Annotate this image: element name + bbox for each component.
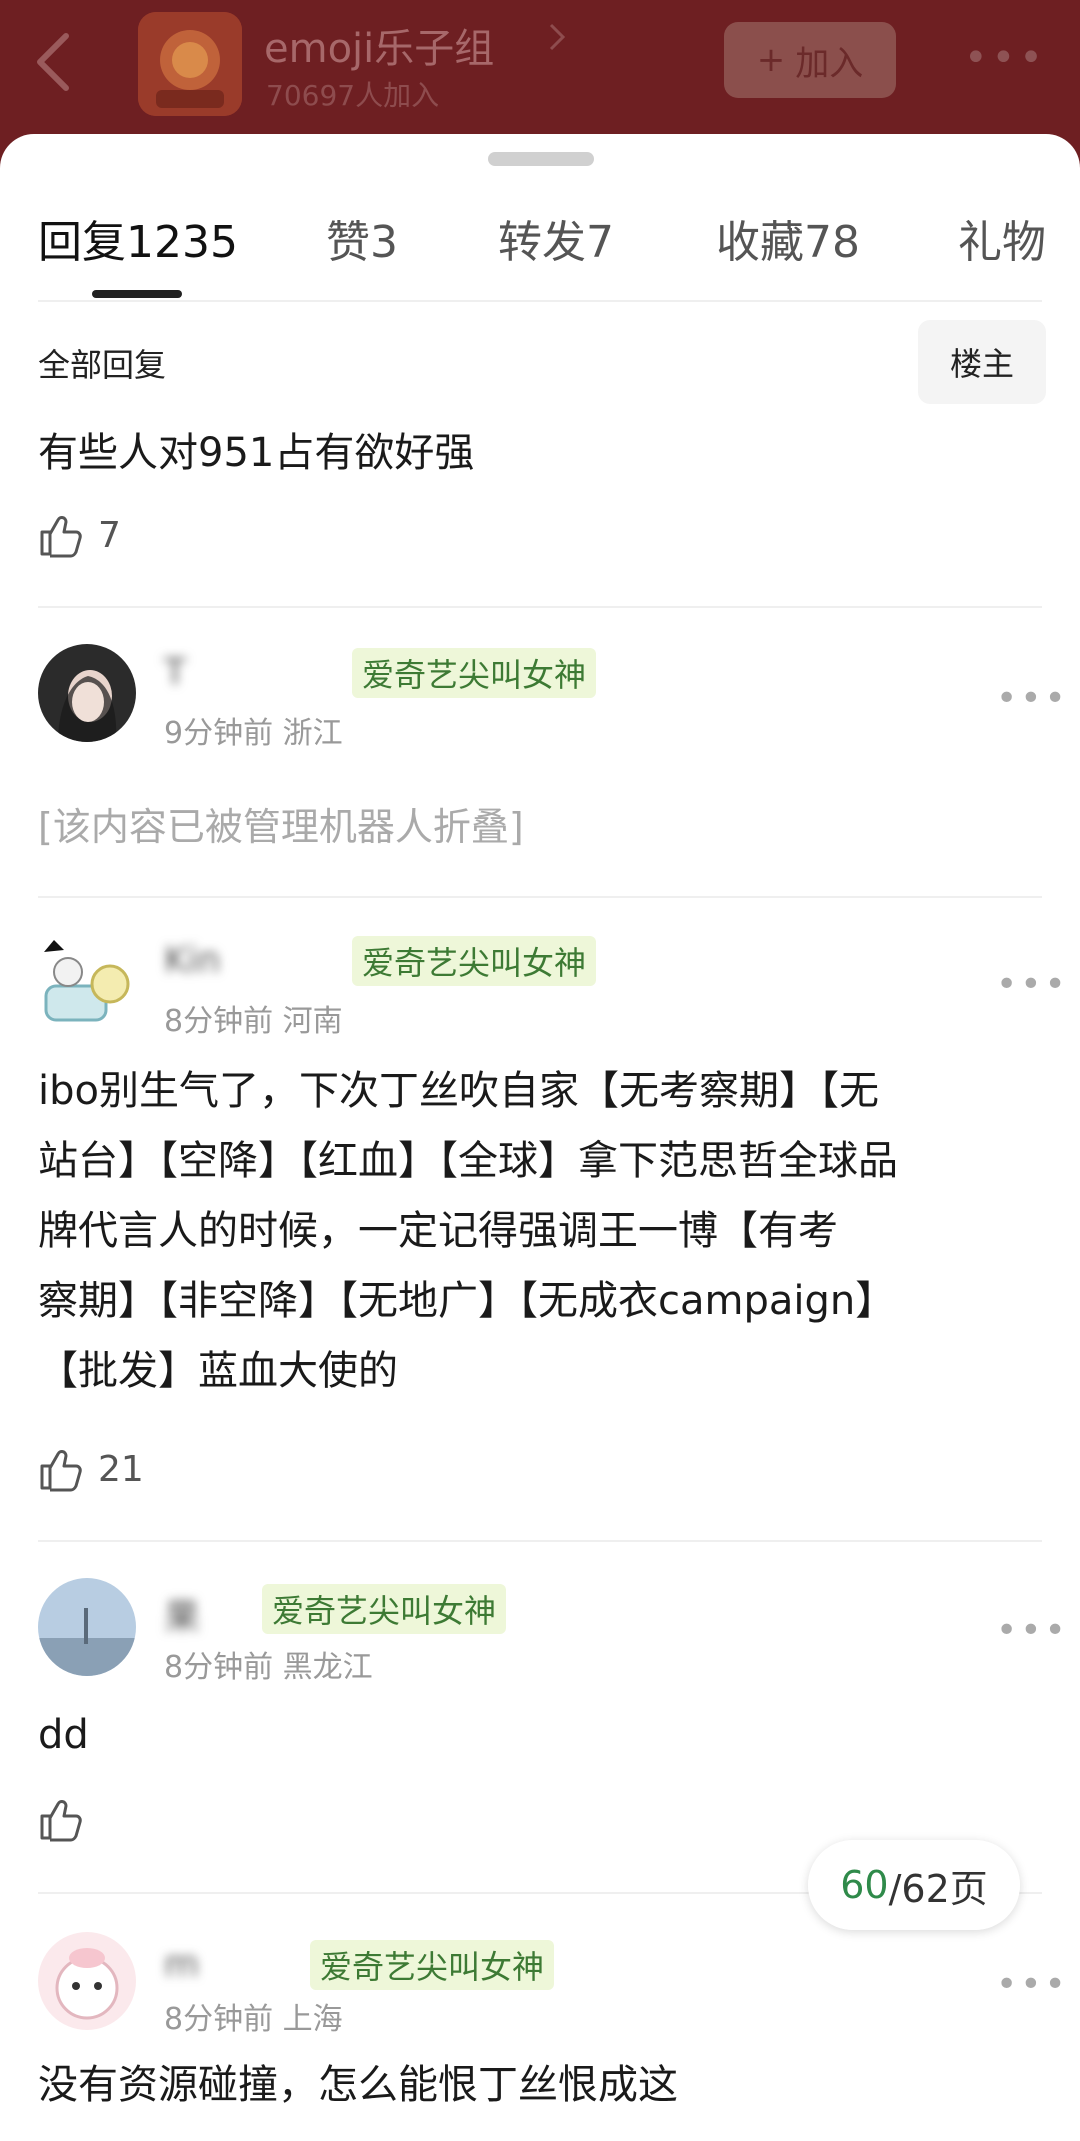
divider bbox=[38, 606, 1042, 608]
reply-meta: 8分钟前 上海 bbox=[164, 1994, 343, 2038]
drag-handle[interactable] bbox=[488, 152, 594, 166]
top-bar: emoji乐子组 70697人加入 + 加入 ••• bbox=[0, 0, 1080, 140]
status-badge: 爱奇艺尖叫女神 bbox=[310, 1940, 555, 1990]
username[interactable]: 果 bbox=[164, 1588, 200, 1640]
reply-location: 浙江 bbox=[282, 716, 343, 751]
reply-location: 黑龙江 bbox=[282, 1650, 373, 1685]
reply-meta: 8分钟前 黑龙江 bbox=[164, 1642, 373, 1686]
avatar[interactable] bbox=[38, 1578, 136, 1676]
tab-reposts[interactable]: 转发7 bbox=[498, 206, 614, 270]
avatar[interactable] bbox=[38, 644, 136, 742]
thumbs-up-icon bbox=[40, 516, 82, 558]
owner-only-button[interactable]: 楼主 bbox=[918, 320, 1046, 404]
reply-text-line: 牌代言人的时候，一定记得强调王一博【有考 bbox=[38, 1208, 838, 1254]
reply-meta: 9分钟前 浙江 bbox=[164, 708, 343, 752]
tab-likes[interactable]: 赞3 bbox=[326, 206, 398, 270]
folded-content-notice[interactable]: [该内容已被管理机器人折叠] bbox=[38, 796, 524, 851]
reply-text-line: ibo别生气了，下次丁丝吹自家【无考察期】【无 bbox=[38, 1068, 879, 1114]
reply-time: 8分钟前 bbox=[164, 1004, 274, 1039]
tab-bar: 回复1235 赞3 转发7 收藏78 礼物 bbox=[0, 206, 1080, 296]
thumbs-up-icon bbox=[40, 1450, 82, 1492]
reply-text-line: 察期】【非空降】【无地广】【无成衣campaign】 bbox=[38, 1278, 896, 1324]
reply-text: dd bbox=[38, 1712, 89, 1758]
reply-location: 上海 bbox=[282, 2002, 343, 2037]
active-tab-indicator bbox=[92, 290, 182, 298]
back-icon[interactable] bbox=[30, 30, 74, 94]
status-badge: 爱奇艺尖叫女神 bbox=[352, 648, 597, 698]
status-badge: 爱奇艺尖叫女神 bbox=[262, 1584, 507, 1634]
page-total: /62页 bbox=[888, 1866, 988, 1911]
group-name[interactable]: emoji乐子组 bbox=[264, 16, 494, 74]
page-indicator[interactable]: 60 /62页 bbox=[808, 1840, 1020, 1930]
username[interactable]: T bbox=[164, 652, 186, 693]
thumbs-up-icon bbox=[40, 1800, 82, 1842]
all-replies-label: 全部回复 bbox=[38, 346, 167, 384]
tab-replies[interactable]: 回复1235 bbox=[38, 206, 238, 270]
chevron-right-icon bbox=[549, 23, 566, 51]
tab-gifts[interactable]: 礼物 bbox=[958, 206, 1046, 270]
group-member-count: 70697人加入 bbox=[266, 79, 440, 112]
avatar[interactable] bbox=[38, 1932, 136, 2030]
reply-like[interactable] bbox=[38, 1796, 84, 1842]
join-button[interactable]: + 加入 bbox=[724, 22, 896, 98]
reply-like[interactable]: 21 bbox=[38, 1446, 144, 1492]
reply-time: 8分钟前 bbox=[164, 1650, 274, 1685]
reply-time: 8分钟前 bbox=[164, 2002, 274, 2037]
more-icon[interactable]: ••• bbox=[964, 38, 1047, 78]
page-current: 60 bbox=[840, 1863, 889, 1907]
like-count: 7 bbox=[98, 514, 121, 556]
more-icon[interactable]: ••• bbox=[996, 1610, 1069, 1651]
reply-text: ibo别生气了，下次丁丝吹自家【无考察期】【无 站台】【空降】【红血】【全球】拿… bbox=[38, 1056, 898, 1406]
like-count: 21 bbox=[98, 1448, 144, 1490]
more-icon[interactable]: ••• bbox=[996, 964, 1069, 1005]
reply-time: 9分钟前 bbox=[164, 716, 274, 751]
username[interactable]: Kin bbox=[164, 940, 220, 981]
tab-favorites[interactable]: 收藏78 bbox=[716, 206, 860, 270]
plus-icon: + bbox=[756, 40, 786, 80]
post-like[interactable]: 7 bbox=[38, 512, 121, 558]
reply-text-line: 站台】【空降】【红血】【全球】拿下范思哲全球品 bbox=[38, 1138, 898, 1184]
more-icon[interactable]: ••• bbox=[996, 1964, 1069, 2005]
username[interactable]: m bbox=[164, 1944, 199, 1985]
post-text: 有些人对951占有欲好强 bbox=[38, 430, 475, 476]
divider bbox=[38, 1540, 1042, 1542]
reply-text: 没有资源碰撞，怎么能恨丁丝恨成这 bbox=[38, 2062, 678, 2108]
join-label: 加入 bbox=[795, 43, 864, 84]
group-avatar[interactable] bbox=[138, 12, 242, 116]
reply-meta: 8分钟前 河南 bbox=[164, 996, 343, 1040]
divider bbox=[38, 896, 1042, 898]
avatar[interactable] bbox=[38, 932, 136, 1030]
reply-location: 河南 bbox=[282, 1004, 343, 1039]
divider bbox=[38, 300, 1042, 302]
status-badge: 爱奇艺尖叫女神 bbox=[352, 936, 597, 986]
more-icon[interactable]: ••• bbox=[996, 678, 1069, 719]
reply-text-line: 【批发】蓝血大使的 bbox=[38, 1348, 398, 1394]
